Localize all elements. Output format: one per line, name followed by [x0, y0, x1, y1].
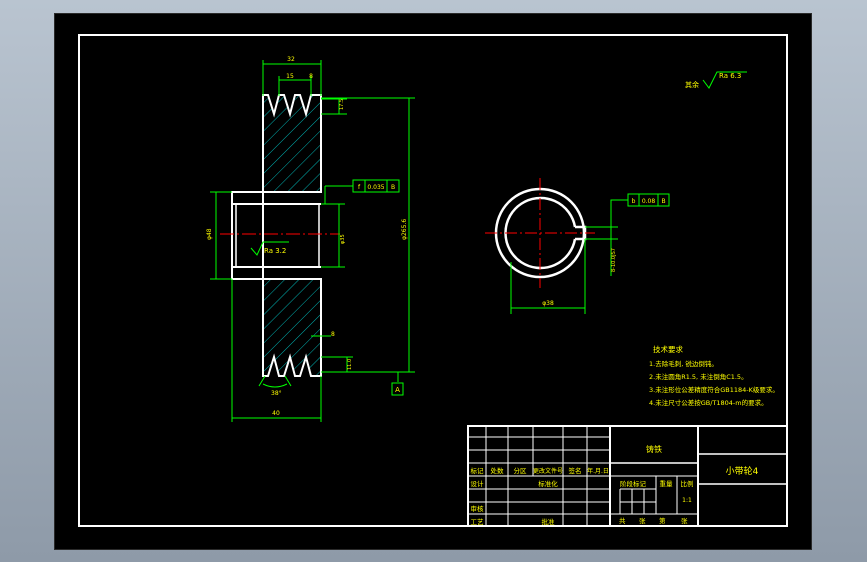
dim-bottom-small: 8 — [331, 331, 335, 338]
svg-text:张: 张 — [639, 516, 646, 525]
svg-text:分区: 分区 — [514, 466, 528, 475]
svg-text:审核: 审核 — [471, 504, 485, 513]
svg-text:其余: 其余 — [685, 80, 699, 89]
roughness-ra-3-2: Ra 3.2 — [264, 247, 286, 255]
tech-item: 4.未注尺寸公差按GB/T1804-m的要求。 — [649, 398, 768, 407]
rim-bottom-section — [262, 278, 322, 377]
svg-text:重量: 重量 — [660, 480, 674, 488]
svg-text:f: f — [358, 184, 361, 191]
global-roughness: 其余 Ra 6.3 — [685, 71, 747, 89]
tech-item: 2.未注圆角R1.5, 未注倒角C1.5。 — [649, 372, 748, 381]
tolerance-frame-side: b 0.08 B — [627, 193, 670, 207]
svg-text:工艺: 工艺 — [471, 518, 485, 526]
svg-text:Ra 6.3: Ra 6.3 — [719, 72, 741, 80]
cad-drawing: 32 15 8 17.5 φ265.6 A φ35 f 0.035 B φ48 … — [78, 34, 788, 527]
svg-text:更改文件号: 更改文件号 — [533, 467, 563, 475]
svg-text:批准: 批准 — [542, 517, 556, 526]
dim-keyway: 8-10.0JS7 — [611, 248, 617, 272]
svg-text:共: 共 — [619, 516, 626, 525]
datum-a: A — [395, 386, 400, 394]
rim-top-section — [262, 94, 322, 193]
title-material: 铸铁 — [646, 444, 662, 454]
tech-item: 3.未注形位公差精度符合GB1184-K级要求。 — [649, 385, 779, 394]
dim-top-width: 32 — [287, 56, 295, 63]
tech-item: 1.去除毛刺, 锐边倒钝。 — [649, 359, 718, 368]
svg-text:B: B — [661, 198, 665, 205]
svg-text:0.08: 0.08 — [642, 198, 656, 205]
svg-text:设计: 设计 — [471, 479, 485, 488]
svg-text:比例: 比例 — [681, 479, 694, 488]
dim-groove-half: 8 — [309, 73, 313, 80]
dim-overall-diameter: φ265.6 — [401, 219, 408, 240]
sheet-border — [78, 34, 788, 527]
tech-title: 技术要求 — [653, 344, 683, 354]
dim-groove-depth-bottom: 11.0 — [347, 359, 353, 370]
dim-hub-diameter: φ48 — [206, 228, 213, 240]
svg-text:阶段标记: 阶段标记 — [620, 479, 647, 488]
svg-text:第: 第 — [659, 516, 666, 525]
dim-groove-pitch: 15 — [286, 73, 294, 80]
title-part-name: 小带轮4 — [726, 465, 759, 477]
svg-text:处数: 处数 — [491, 466, 505, 475]
dim-groove-depth-top: 17.5 — [339, 99, 345, 110]
svg-text:张: 张 — [681, 516, 688, 525]
svg-text:0.035: 0.035 — [367, 184, 384, 191]
tech-requirements: 技术要求 1.去除毛刺, 锐边倒钝。 2.未注圆角R1.5, 未注倒角C1.5。… — [649, 344, 779, 407]
svg-text:1:1: 1:1 — [682, 497, 692, 504]
svg-text:标记: 标记 — [471, 466, 485, 475]
side-view: 8-10.0JS7 b 0.08 B φ38 — [485, 178, 670, 314]
part-section-view: 32 15 8 17.5 φ265.6 A φ35 f 0.035 B φ48 … — [206, 56, 415, 422]
dim-bottom-width: 40 — [272, 410, 280, 417]
svg-text:签名: 签名 — [569, 466, 582, 475]
drawing-viewport: 32 15 8 17.5 φ265.6 A φ35 f 0.035 B φ48 … — [55, 14, 811, 549]
dim-outer-diameter: φ38 — [542, 300, 554, 307]
dim-bore-diameter: φ35 — [340, 234, 346, 244]
dim-groove-angle: 38° — [271, 390, 282, 397]
svg-text:标准化: 标准化 — [538, 479, 558, 488]
svg-text:B: B — [391, 184, 395, 191]
tolerance-frame-part: f 0.035 B — [352, 179, 400, 193]
svg-text:b: b — [632, 198, 636, 205]
svg-text:年.月.日: 年.月.日 — [587, 467, 609, 475]
